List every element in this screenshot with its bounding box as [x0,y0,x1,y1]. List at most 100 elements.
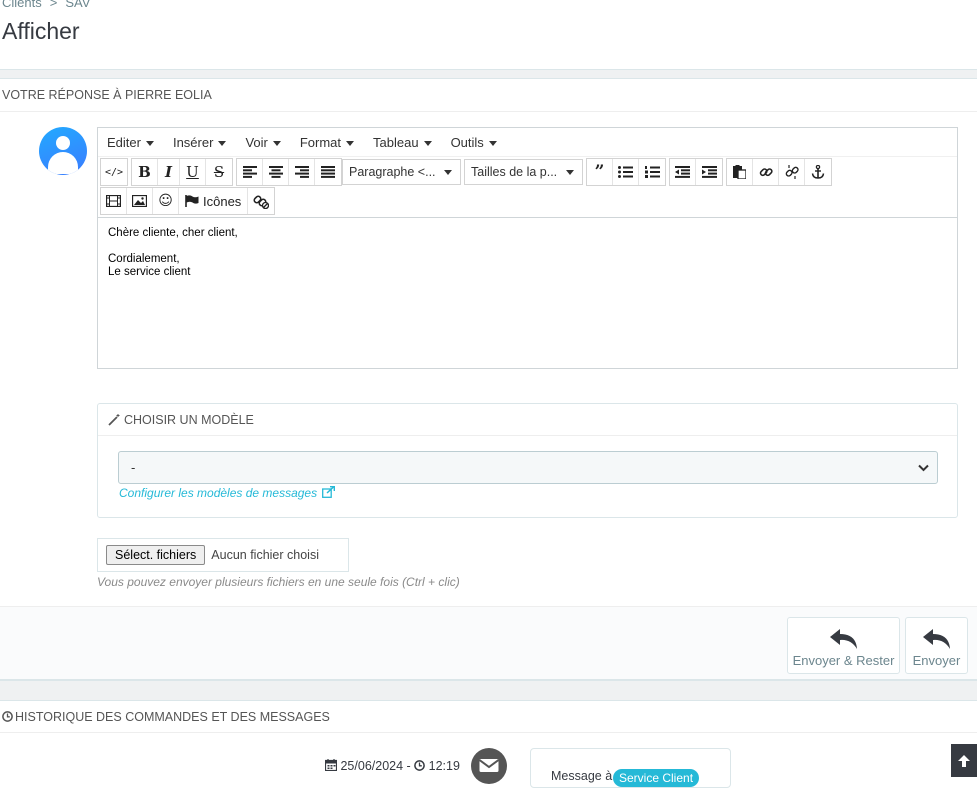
align-center-button[interactable] [263,159,289,185]
bullet-list-icon [618,166,633,178]
text-style-group: B I U S [131,158,233,186]
align-justify-icon [321,166,335,178]
align-right-icon [294,166,309,178]
message-type-badge [471,748,507,784]
menu-tools[interactable]: Outils [446,135,497,150]
chevron-down-icon [218,140,227,146]
align-justify-button[interactable] [315,159,341,185]
menu-format[interactable]: Format [295,135,355,150]
history-panel-title: HISTORIQUE DES COMMANDES ET DES MESSAGES [15,710,330,724]
editor-toolbar-row-1: </> B I U S Paragraphe <... Tailles de l… [98,158,957,186]
external-link-icon [322,485,336,498]
breadcrumb-separator: > [49,0,58,10]
bold-button[interactable]: B [132,159,158,185]
file-upload-help: Vous pouvez envoyer plusieurs fichiers e… [97,575,460,589]
flag-icon [185,195,199,207]
list-group: ” [586,158,666,186]
calendar-icon [324,759,338,772]
quote-icon: ” [594,162,605,182]
menu-table[interactable]: Tableau [368,135,432,150]
menu-edit[interactable]: Editer [102,135,154,150]
status-badge: Service Client [613,769,700,787]
breadcrumb: Clients > SAV [2,0,90,10]
insert-media-button[interactable] [101,188,127,214]
message-card-label: Message à [551,769,613,783]
reply-icon [829,629,857,649]
page-title: Afficher [2,18,80,44]
editor-content-area[interactable]: Chère cliente, cher client, Cordialement… [98,217,957,368]
block-format-value: Paragraphe <... [349,165,436,179]
chevron-down-icon [346,140,355,146]
align-right-button[interactable] [289,159,315,185]
align-left-button[interactable] [237,159,263,185]
numbered-list-button[interactable] [639,159,665,185]
code-group: </> [100,158,128,186]
template-select[interactable]: - [118,451,938,484]
template-select-value: - [131,460,136,475]
breadcrumb-current[interactable]: SAV [65,0,90,10]
reply-panel-heading: VOTRE RÉPONSE À PIERRE EOLIA [0,79,977,112]
chevron-down-icon [444,169,452,175]
history-time: 12:19 [428,759,460,773]
send-and-stay-button[interactable]: Envoyer & Rester [787,617,900,674]
send-label: Envoyer [912,653,961,668]
underline-button[interactable]: U [180,159,206,185]
menu-view[interactable]: Voir [240,134,281,150]
configure-templates-link-label: Configurer les modèles de messages [119,486,318,500]
anchor-button[interactable] [805,159,831,185]
section-divider [0,69,977,79]
select-files-button[interactable]: Sélect. fichiers [106,545,206,565]
numbered-list-icon [644,166,660,178]
source-code-button[interactable]: </> [101,159,127,185]
italic-icon: I [164,163,173,181]
avatar-head [56,136,70,150]
blockquote-button[interactable]: ” [587,159,613,185]
breadcrumb-parent[interactable]: Clients [2,0,42,10]
bullet-list-button[interactable] [613,159,639,185]
paste-icon [733,165,746,179]
file-upload-status: Aucun fichier choisi [211,548,319,562]
outdent-icon [675,166,690,178]
icons-button-label: Icônes [203,193,242,209]
outdent-button[interactable] [670,159,696,185]
bold-icon: B [138,163,151,181]
send-and-stay-label: Envoyer & Rester [792,653,895,668]
template-panel-heading: CHOISIR UN MODÈLE [98,404,957,436]
align-center-icon [268,166,283,178]
underline-icon: U [186,163,199,181]
italic-button[interactable]: I [158,159,180,185]
emoticons-button[interactable]: ☺ [153,188,179,214]
chevron-down-icon [566,169,574,175]
font-size-dropdown[interactable]: Tailles de la p... [464,159,583,185]
menu-insert[interactable]: Insérer [168,135,227,150]
magic-wand-icon [108,413,120,426]
history-panel-heading: HISTORIQUE DES COMMANDES ET DES MESSAGES [0,701,977,733]
template-panel-title: CHOISIR UN MODÈLE [124,412,254,427]
remove-link-button[interactable] [248,188,275,214]
paste-button[interactable] [727,159,753,185]
strikethrough-button[interactable]: S [206,159,232,185]
block-format-dropdown[interactable]: Paragraphe <... [342,159,461,185]
menu-edit-label: Editer [107,134,141,150]
align-left-icon [242,166,257,178]
panel-footer: Envoyer & Rester Envoyer [0,606,977,680]
content-blank-line [108,240,947,253]
rich-text-editor: Editer Insérer Voir Format Tableau Outil… [97,127,958,369]
send-button[interactable]: Envoyer [905,617,968,674]
insert-image-button[interactable] [127,188,153,214]
chevron-down-icon [423,140,432,146]
insert-link-button[interactable] [753,159,779,185]
unlink-button[interactable] [779,159,805,185]
code-icon: </> [104,166,124,178]
menu-view-label: Voir [245,134,268,150]
chevron-down-icon [272,140,281,146]
scroll-to-top-button[interactable] [951,744,977,777]
link-group [726,158,832,186]
clock-icon [414,760,426,771]
icons-button[interactable]: Icônes [179,188,249,214]
configure-templates-link[interactable]: Configurer les modèles de messages [119,485,336,500]
smiley-icon: ☺ [158,193,173,209]
indent-button[interactable] [696,159,722,185]
menu-table-label: Tableau [373,134,419,150]
content-closing: Cordialement, [108,253,180,265]
